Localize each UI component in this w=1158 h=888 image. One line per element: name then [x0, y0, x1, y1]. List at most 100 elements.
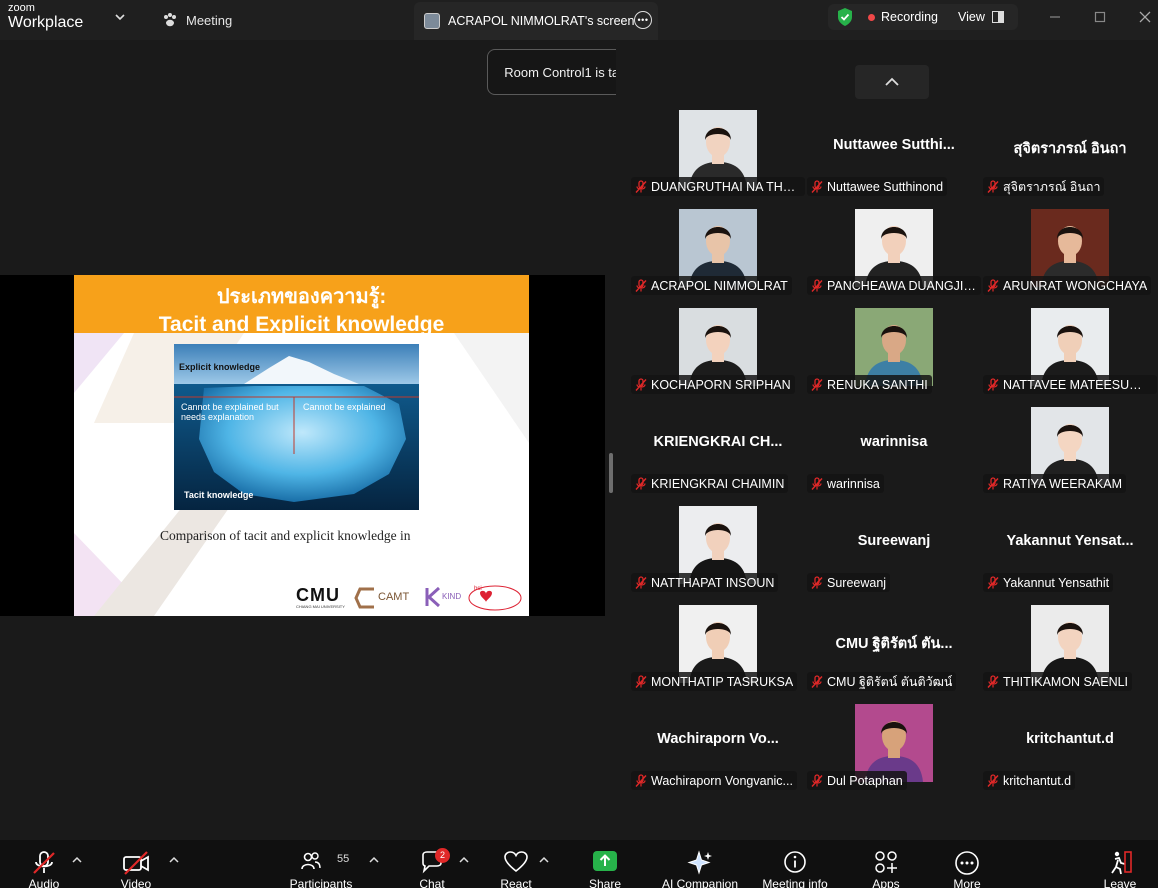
participant-tile[interactable]: Wachiraporn Vo... Wachiraporn Vongvanic..… [630, 704, 806, 803]
close-icon[interactable] [1138, 10, 1152, 24]
zoom-logo: zoom Workplace [8, 3, 83, 31]
meeting-label: Meeting [186, 12, 233, 28]
participant-name: Sureewanj [827, 575, 887, 590]
participant-nameplate: NATTHAPAT INSOUN [631, 573, 779, 592]
react-options-caret-icon[interactable] [539, 856, 549, 864]
leave-button[interactable]: Leave [1100, 848, 1140, 888]
react-button[interactable]: React [496, 848, 536, 888]
participants-count: 55 [337, 853, 350, 865]
meeting-info-label: Meeting info [762, 877, 828, 888]
share-tab[interactable]: ACRAPOL NIMMOLRAT's screen ••• [414, 2, 658, 40]
mic-off-icon [635, 179, 647, 193]
participant-tile[interactable]: warinnisa warinnisa [806, 407, 982, 506]
chevron-down-icon[interactable] [113, 10, 127, 24]
participant-display-name: KRIENGKRAI CH... [653, 434, 783, 450]
split-drag-handle[interactable] [609, 453, 613, 493]
mic-off-icon [987, 476, 999, 490]
participant-tile[interactable]: Sureewanj Sureewanj [806, 506, 982, 605]
audio-options-caret-icon[interactable] [72, 856, 82, 864]
participants-button[interactable]: 55 Participants [285, 848, 357, 888]
kind-mark-icon [425, 586, 441, 608]
slide-caption: Comparison of tacit and explicit knowled… [160, 528, 411, 543]
participant-tile[interactable]: KRIENGKRAI CH... KRIENGKRAI CHAIMIN [630, 407, 806, 506]
participants-options-caret-icon[interactable] [369, 856, 379, 864]
participant-tile[interactable]: PANCHEAWA DUANGJIT... [806, 209, 982, 308]
slide-logos: CMU CHIANG MAI UNIVERSITY CAMT KIND bsi [296, 585, 526, 613]
participant-tile[interactable]: Yakannut Yensat... Yakannut Yensathit [982, 506, 1158, 605]
participant-nameplate: kritchantut.d [983, 771, 1076, 790]
participant-nameplate: CMU ฐิติรัตน์ ตันติวัฒน์ [807, 672, 957, 691]
camt-mark-icon [354, 587, 374, 609]
participant-tile[interactable]: RATIYA WEERAKAM [982, 407, 1158, 506]
participant-name: KRIENGKRAI CHAIMIN [651, 476, 785, 491]
gallery-scroll-up-button[interactable] [855, 65, 929, 99]
mic-off-icon [987, 773, 999, 787]
participant-name: KOCHAPORN SRIPHAN [651, 377, 791, 392]
apps-button[interactable]: Apps [866, 848, 906, 888]
participant-tile[interactable]: KOCHAPORN SRIPHAN [630, 308, 806, 407]
mic-off-icon [811, 179, 823, 193]
participant-tile[interactable]: ARUNRAT WONGCHAYA [982, 209, 1158, 308]
react-label: React [500, 877, 532, 888]
participant-name: RATIYA WEERAKAM [1003, 476, 1123, 491]
more-dots-icon [955, 851, 979, 875]
meeting-info-button[interactable]: Meeting info [758, 848, 832, 888]
recording-label: Recording [881, 10, 938, 24]
recording-group: Recording View [828, 4, 1018, 30]
participant-tile[interactable]: THITIKAMON SAENLI [982, 605, 1158, 704]
mic-off-icon [987, 377, 999, 391]
grid-view-icon [991, 11, 1004, 23]
share-button[interactable]: Share [585, 848, 625, 888]
shared-slide: ประเภทของความรู้: Tacit and Explicit kno… [74, 275, 529, 616]
tacit-knowledge-label: Tacit knowledge [184, 490, 254, 500]
participant-tile[interactable]: DUANGRUTHAI NA THU... [630, 110, 806, 209]
recording-indicator[interactable]: Recording [868, 10, 938, 24]
mic-off-icon [811, 773, 823, 787]
participant-tile[interactable]: RENUKA SANTHI [806, 308, 982, 407]
participant-nameplate: Nuttawee Sutthinond [807, 177, 948, 196]
participant-nameplate: KRIENGKRAI CHAIMIN [631, 474, 789, 493]
participant-name: RENUKA SANTHI [827, 377, 928, 392]
participant-tile[interactable]: kritchantut.d kritchantut.d [982, 704, 1158, 803]
slide-title-english: Tacit and Explicit knowledge [158, 313, 445, 336]
video-button[interactable]: Video [112, 848, 160, 888]
participant-tile[interactable]: Dul Potaphan [806, 704, 982, 803]
mic-off-icon [811, 674, 823, 688]
participant-tile[interactable]: สุจิตราภรณ์ อินถา สุจิตราภรณ์ อินถา [982, 110, 1158, 209]
meeting-menu-button[interactable]: Meeting [162, 9, 232, 31]
view-label: View [958, 10, 985, 24]
mic-off-icon [635, 575, 647, 589]
view-button[interactable]: View [958, 10, 1004, 24]
participant-tile[interactable]: NATTHAPAT INSOUN [630, 506, 806, 605]
chat-button[interactable]: 2 Chat [412, 848, 452, 888]
participant-nameplate: RENUKA SANTHI [807, 375, 932, 394]
shield-check-icon[interactable] [835, 7, 855, 27]
participant-tile[interactable]: NATTAVEE MATEESUWA... [982, 308, 1158, 407]
participant-name: NATTAVEE MATEESUWA... [1003, 377, 1153, 392]
video-options-caret-icon[interactable] [169, 856, 179, 864]
participant-nameplate: MONTHATIP TASRUKSA [631, 672, 798, 691]
ai-companion-label: AI Companion [661, 877, 739, 888]
chat-options-caret-icon[interactable] [459, 856, 469, 864]
logo-small: zoom [8, 2, 35, 14]
mic-off-icon [635, 773, 647, 787]
participant-tile[interactable]: MONTHATIP TASRUKSA [630, 605, 806, 704]
share-screen-icon [593, 851, 617, 871]
minimize-icon[interactable] [1048, 10, 1062, 24]
mic-off-icon [33, 851, 55, 874]
participant-name: NATTHAPAT INSOUN [651, 575, 775, 590]
more-options-icon[interactable]: ••• [634, 11, 652, 29]
participant-display-name: Wachiraporn Vo... [657, 731, 779, 747]
title-bar: zoom Workplace Meeting ACRAPOL NIMMOLRAT… [0, 0, 1158, 40]
ai-companion-button[interactable]: AI Companion [657, 848, 743, 888]
participant-tile[interactable]: ACRAPOL NIMMOLRAT [630, 209, 806, 308]
audio-button[interactable]: Audio [20, 848, 68, 888]
participant-display-name: kritchantut.d [1026, 731, 1114, 747]
more-button[interactable]: More [947, 848, 987, 888]
participant-tile[interactable]: Nuttawee Sutthi... Nuttawee Sutthinond [806, 110, 982, 209]
explicit-knowledge-label: Explicit knowledge [179, 362, 261, 372]
more-label: More [953, 877, 981, 888]
mic-off-icon [811, 377, 823, 391]
participant-tile[interactable]: CMU ฐิติรัตน์ ตัน... CMU ฐิติรัตน์ ตันติว… [806, 605, 982, 704]
maximize-icon[interactable] [1093, 10, 1107, 24]
